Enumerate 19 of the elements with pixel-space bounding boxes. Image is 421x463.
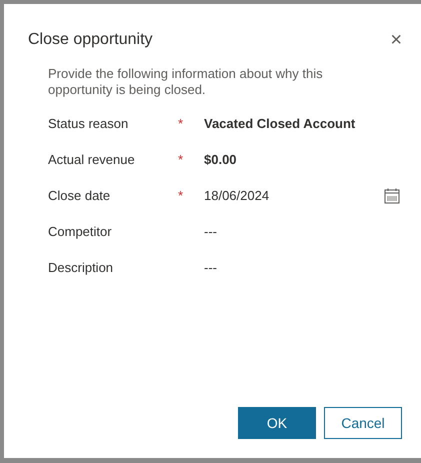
required-marker: *	[178, 187, 184, 206]
required-marker: *	[178, 151, 184, 170]
field-value[interactable]: ---	[204, 258, 217, 278]
field-value[interactable]: ---	[204, 222, 217, 242]
ok-button[interactable]: OK	[238, 407, 316, 439]
field-value[interactable]: $0.00	[204, 150, 237, 170]
intro-text: Provide the following information about why this opportunity is being closed.	[48, 66, 324, 98]
field-value[interactable]: Vacated Closed Account	[204, 114, 356, 134]
date-value[interactable]: 18/06/2024	[204, 186, 270, 206]
field-label: Status reason	[48, 115, 130, 134]
field-label: Close date	[48, 187, 112, 206]
field-label: Competitor	[48, 223, 113, 242]
calendar-icon[interactable]	[384, 188, 400, 204]
field-label: Actual revenue	[48, 151, 136, 170]
field-label: Description	[48, 259, 114, 278]
required-marker: *	[178, 115, 184, 134]
dialog-title: Close opportunity	[28, 30, 153, 50]
close-button[interactable]: ×	[390, 30, 402, 50]
cancel-button[interactable]: Cancel	[324, 407, 402, 439]
